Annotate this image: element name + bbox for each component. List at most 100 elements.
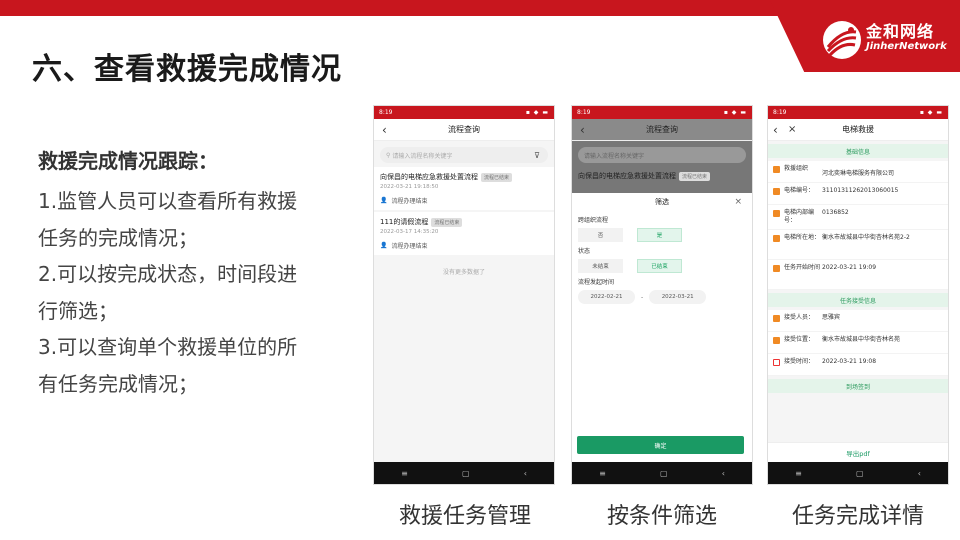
- list-item-date: 2022-03-17 14:35:20: [380, 229, 439, 235]
- menu-icon[interactable]: ≡: [401, 469, 408, 478]
- filter-sheet: 筛选 × 跨组织流程 否 是 状态 未结束 已结束 流程发起时间 2022-02…: [572, 193, 752, 462]
- field-label: 电梯所在地：: [784, 234, 821, 241]
- page-title: 六、查看救援完成情况: [32, 52, 342, 87]
- description-block: 救援完成情况跟踪： 1.监管人员可以查看所有救援 任务的完成情况； 2.可以按完…: [38, 145, 358, 402]
- app-bar: ‹ 流程查询: [572, 119, 752, 141]
- description-heading: 救援完成情况跟踪：: [38, 149, 218, 173]
- list-item-title: 111的请假流程: [380, 218, 429, 226]
- back-arrow-icon[interactable]: ‹: [773, 123, 778, 137]
- brand-name: 金和网络 JinherNetwork: [866, 23, 947, 53]
- option-no[interactable]: 否: [578, 228, 623, 242]
- status-time: 8:19: [379, 109, 393, 116]
- status-icons: ▪ ◆ ▬: [525, 109, 549, 116]
- field-value: 2022-03-21 19:08: [822, 358, 877, 365]
- field-icon: [773, 166, 780, 173]
- dim-overlay[interactable]: 请输入流程名称关键字 向保昌的电梯应急救援处置流程 流程已结束: [572, 141, 752, 193]
- section-arrive-signin: 到场签到: [768, 379, 948, 393]
- field-row: 电梯编号： 31101311262013060015: [768, 183, 948, 205]
- field-icon: [773, 210, 780, 217]
- search-placeholder: 请输入流程名称关键字: [392, 152, 453, 160]
- person-icon: 👤: [380, 197, 388, 204]
- confirm-button[interactable]: 确定: [577, 436, 744, 454]
- date-to-picker[interactable]: 2022-03-21: [649, 290, 707, 304]
- field-row: 电梯内部编号： 0136852: [768, 205, 948, 230]
- field-label: 电梯内部编号：: [784, 209, 815, 224]
- close-icon[interactable]: ×: [788, 124, 796, 135]
- status-bar: 8:19 ▪ ◆ ▬: [374, 106, 554, 119]
- field-icon: [773, 315, 780, 322]
- field-value: 衡水市故城县中华街杏林名苑2-2: [822, 234, 910, 241]
- field-label: 接受位置：: [784, 336, 815, 343]
- home-icon[interactable]: ▢: [856, 469, 864, 478]
- search-input[interactable]: ⚲ 请输入流程名称关键字 ⊽: [380, 147, 548, 163]
- field-icon: [773, 235, 780, 242]
- field-label: 救援组织: [784, 165, 809, 172]
- date-from-picker[interactable]: 2022-02-21: [578, 290, 635, 304]
- list-item-title: 向保昌的电梯应急救援处置流程: [578, 172, 676, 180]
- android-nav-bar: ≡ ▢ ‹: [374, 462, 554, 484]
- brand-name-en: JinherNetwork: [866, 41, 947, 52]
- phone-screen-rescue-detail: 8:19 ▪ ◆ ▬ ‹ × 电梯救援 基础信息 救援组织 河北奕琳电梯服务有限…: [767, 105, 949, 485]
- description-line: 任务的完成情况；: [38, 225, 198, 250]
- field-icon: [773, 265, 780, 272]
- description-line: 2.可以按完成状态，时间段进: [38, 262, 298, 286]
- field-row: 任务开始时间 2022-03-21 19:09: [768, 260, 948, 290]
- description-line: 1.监管人员可以查看所有救援: [38, 189, 298, 213]
- phone-screen-process-list: 8:19 ▪ ◆ ▬ ‹ 流程查询 ⚲ 请输入流程名称关键字 ⊽ 向保昌的电梯应…: [373, 105, 555, 485]
- app-bar-title: 流程查询: [646, 125, 678, 134]
- field-label: 接受时间：: [784, 358, 815, 365]
- field-icon: [773, 337, 780, 344]
- option-finished[interactable]: 已结束: [637, 259, 682, 273]
- status-time: 8:19: [773, 109, 787, 116]
- field-label: 任务开始时间: [784, 264, 821, 271]
- back-arrow-icon[interactable]: ‹: [580, 123, 585, 137]
- filter-icon[interactable]: ⊽: [534, 151, 540, 160]
- status-icons: ▪ ◆ ▬: [919, 109, 943, 116]
- no-more-data: 没有更多数据了: [442, 269, 485, 276]
- android-nav-bar: ≡ ▢ ‹: [572, 462, 752, 484]
- phone-screen-filter: 8:19 ▪ ◆ ▬ ‹ 流程查询 请输入流程名称关键字 向保昌的电梯应急救援处…: [571, 105, 753, 485]
- jinher-logo-icon: [823, 21, 861, 59]
- status-label: 状态: [578, 248, 591, 255]
- close-icon[interactable]: ×: [734, 197, 742, 207]
- home-icon[interactable]: ▢: [462, 469, 470, 478]
- status-badge: 流程已结束: [481, 172, 513, 182]
- list-item[interactable]: 向保昌的电梯应急救援处置流程 流程已结束 2022-03-21 19:18:50…: [374, 167, 554, 210]
- field-label: 接受人员：: [784, 314, 815, 321]
- section-basic-info: 基础信息: [768, 144, 948, 158]
- description-line: 行筛选；: [38, 298, 118, 323]
- status-badge: 流程已结束: [679, 171, 711, 181]
- option-yes[interactable]: 是: [637, 228, 682, 242]
- nav-back-icon[interactable]: ‹: [722, 469, 725, 478]
- description-line: 有任务完成情况；: [38, 371, 198, 396]
- status-bar: 8:19 ▪ ◆ ▬: [572, 106, 752, 119]
- list-item-status: 流程办理结束: [391, 243, 428, 250]
- description-line: 3.可以查询单个救援单位的所: [38, 335, 298, 359]
- export-pdf-button[interactable]: 导出pdf: [768, 442, 948, 462]
- menu-icon[interactable]: ≡: [795, 469, 802, 478]
- date-separator: -: [641, 293, 644, 301]
- sheet-title: 筛选: [655, 198, 669, 206]
- home-icon[interactable]: ▢: [660, 469, 668, 478]
- option-unfinished[interactable]: 未结束: [578, 259, 623, 273]
- list-item-title: 向保昌的电梯应急救援处置流程: [380, 173, 478, 181]
- nav-back-icon[interactable]: ‹: [524, 469, 527, 478]
- menu-icon[interactable]: ≡: [599, 469, 606, 478]
- search-placeholder: 请输入流程名称关键字: [578, 147, 746, 163]
- caption-task-detail: 任务完成详情: [791, 504, 924, 529]
- caption-filter: 按条件筛选: [606, 504, 717, 529]
- field-value: 思雅宾: [822, 314, 841, 321]
- list-item[interactable]: 111的请假流程 流程已结束 2022-03-17 14:35:20 👤 流程办…: [374, 212, 554, 255]
- field-row: 接受时间： 2022-03-21 19:08: [768, 354, 948, 376]
- status-time: 8:19: [577, 109, 591, 116]
- field-row: 救援组织 河北奕琳电梯服务有限公司: [768, 161, 948, 183]
- status-badge: 流程已结束: [431, 217, 463, 227]
- section-accept-info: 任务接受信息: [768, 293, 948, 307]
- field-value: 31101311262013060015: [822, 187, 899, 194]
- back-arrow-icon[interactable]: ‹: [382, 123, 387, 137]
- nav-back-icon[interactable]: ‹: [918, 469, 921, 478]
- app-bar: ‹ 流程查询: [374, 119, 554, 141]
- status-icons: ▪ ◆ ▬: [723, 109, 747, 116]
- clock-icon: [773, 359, 780, 366]
- list-item-status: 流程办理结束: [391, 198, 428, 205]
